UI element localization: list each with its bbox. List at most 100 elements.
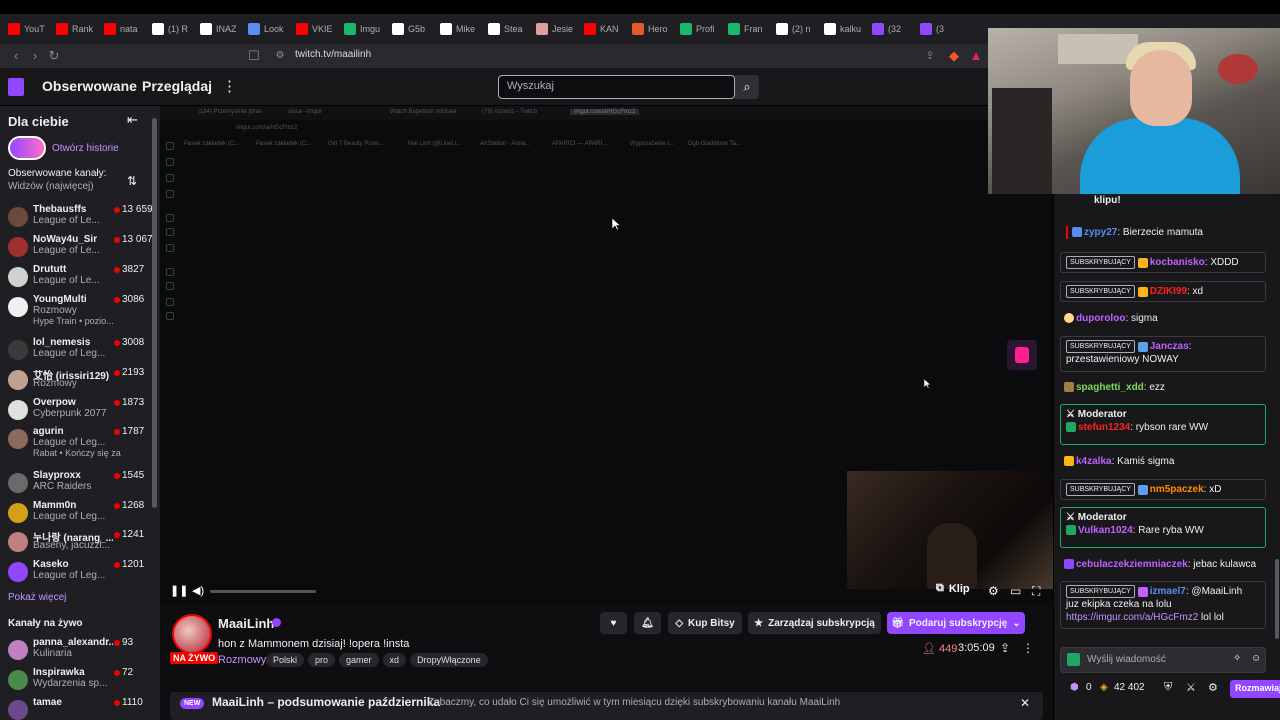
browser-tab[interactable]: kalku [824,18,868,40]
sidebar-channel[interactable]: agurin League of Leg... 1787 Rabat • Kończy… [8,426,153,458]
share-icon[interactable]: ⇪ [1000,641,1010,655]
stream-category[interactable]: Rozmowy [218,654,266,666]
live-channel[interactable]: tamae 1110 [8,697,153,720]
more-menu-icon[interactable]: ⋮ [222,77,237,95]
sidebar-channel[interactable]: 누나랑 (narang_... Baseny, jacuzzi... 1241 [8,529,153,557]
browser-tab[interactable]: VKIE [296,18,340,40]
recap-banner[interactable]: NEW MaaiLinh – podsumowanie października… [170,692,1043,720]
chat-username[interactable]: izmael7 [1150,586,1186,597]
back-icon[interactable]: ‹ [8,48,24,64]
channel-points-icon[interactable]: ⬢ [1070,682,1079,693]
chat-username[interactable]: cebulaczekziemniaczek [1076,559,1188,570]
chat-settings-icon[interactable]: ⚙ [1208,681,1218,694]
tag[interactable]: gamer [339,653,379,667]
pause-icon[interactable]: ❚❚ [170,584,188,597]
chat-scrollbar[interactable] [1275,559,1279,639]
browser-tab[interactable]: INAZ [200,18,244,40]
mod-tools-icon[interactable]: ⚔ [1186,681,1196,694]
video-player[interactable]: (184) Przemyśmie (brav sissa - imgur Wat… [160,106,1053,606]
settings-gear-icon[interactable]: ⚙ [988,584,999,598]
volume-icon[interactable]: ◀) [192,584,204,597]
tag[interactable]: DropyWłączone [410,653,488,667]
chat-username[interactable]: DZIKI99 [1150,286,1187,297]
sidebar-channel[interactable]: YoungMulti Rozmowy 3086 Hype Train • pozio.… [8,294,153,326]
sidebar-channel[interactable]: Overpow Cyberpunk 2077 1873 [8,397,153,425]
chat-send-button[interactable]: Rozmawiaj [1230,680,1280,698]
live-channel[interactable]: Inspirawka Wydarzenia sp... 72 [8,667,153,695]
rewards-icon[interactable]: ▲ [968,48,984,64]
sidebar-channel[interactable]: Drututt League of Le... 3827 [8,264,153,292]
nav-following[interactable]: Obserwowane [42,78,137,94]
chat-username[interactable]: kocbanisko [1150,257,1205,268]
browser-tab[interactable]: Mike [440,18,484,40]
forward-icon[interactable]: › [27,48,43,64]
nav-browse[interactable]: Przeglądaj [142,78,212,94]
sidebar-scrollbar[interactable] [152,118,157,508]
browser-tab[interactable]: (1) R [152,18,196,40]
chat-username[interactable]: spaghetti_xdd [1076,382,1144,393]
sidebar-channel[interactable]: 艾怡 (irissiri129) Rozmowy 2193 [8,367,153,395]
sidebar-channel[interactable]: NoWay4u_Sir League of Le... 13 067 [8,234,153,262]
close-icon[interactable]: ✕ [1020,696,1030,710]
browser-tab[interactable]: (32 [872,18,916,40]
share-icon[interactable]: ⇪ [922,48,938,64]
notifications-button[interactable]: 🔔︎ [634,612,661,634]
browser-tab[interactable]: Jesie [536,18,580,40]
volume-slider[interactable] [210,590,316,593]
reload-icon[interactable]: ↻ [46,48,62,64]
bookmark-icon[interactable]: ☐ [246,48,262,64]
chat-link[interactable]: https://imgur.com/a/HGcFmz2 [1066,612,1198,623]
shield-icon[interactable]: ⛨ [1164,681,1172,694]
sidebar-channel[interactable]: Mamm0n League of Leg... 1268 [8,500,153,528]
show-more-link[interactable]: Pokaż więcej [8,592,66,603]
streamer-name[interactable]: MaaiLinh [218,616,274,631]
chat-username[interactable]: Janczas [1150,341,1189,352]
browser-tab[interactable]: Fran [728,18,772,40]
manage-subscription-button[interactable]: ★ Zarządzaj subskrypcją [748,612,881,634]
chat-input[interactable]: Wyślij wiadomość ✧ ☺ [1060,647,1266,673]
chat-username[interactable]: zypy27 [1084,227,1117,238]
brave-shield-icon[interactable]: ◆ [946,48,962,64]
sidebar-channel[interactable]: lol_nemesis League of Leg... 3008 [8,337,153,365]
tag[interactable]: pro [308,653,336,667]
open-stories-button[interactable]: Otwórz historie [8,136,119,160]
theatre-mode-icon[interactable]: ▭ [1010,584,1021,598]
search-icon[interactable]: ⌕ [735,75,759,99]
browser-tab[interactable]: nata [104,18,148,40]
browser-tab[interactable]: Hero [632,18,676,40]
browser-tab[interactable]: (2) n [776,18,820,40]
gift-subscription-button[interactable]: 🎁︎ Podaruj subskrypcję ⌄ [887,612,1025,634]
browser-tab[interactable]: Imgu [344,18,388,40]
collapse-sidebar-icon[interactable]: ⇤ [127,112,138,128]
emote-picker-icon[interactable]: ☺ [1251,653,1261,664]
clip-button[interactable]: ⧉ Klip [936,582,970,595]
sidebar-channel[interactable]: Slayproxx ARC Raiders 1545 [8,470,153,498]
buy-bits-button[interactable]: ◇ Kup Bitsy [668,612,742,634]
chat-username[interactable]: k4zalka [1076,456,1112,467]
browser-tab[interactable]: Look [248,18,292,40]
chat-username[interactable]: Vulkan1024 [1078,525,1133,536]
chat-username[interactable]: stefun1234 [1078,422,1130,433]
url-field[interactable]: twitch.tv/maailinh [295,49,371,60]
chat-username[interactable]: duporoloo [1076,313,1125,324]
tag[interactable]: xd [382,653,407,667]
more-options-icon[interactable]: ⋮ [1022,641,1034,655]
streamer-avatar[interactable] [172,614,212,654]
browser-tab[interactable]: Rank [56,18,100,40]
browser-tab[interactable]: Stea [488,18,532,40]
browser-tab[interactable]: KAN [584,18,628,40]
sidebar-channel[interactable]: Thebausffs League of Le... 13 659 [8,204,153,232]
follow-heart-button[interactable]: ♥ [600,612,627,634]
sort-icon[interactable]: ⇅ [127,174,137,188]
twitch-logo-icon[interactable] [8,78,24,96]
browser-tab[interactable]: (3 [920,18,964,40]
fullscreen-icon[interactable]: ⛶ [1032,584,1040,599]
browser-tab[interactable]: G5b [392,18,436,40]
chat-username[interactable]: nm5paczek [1150,484,1204,495]
sidebar-channel[interactable]: Kaseko League of Leg... 1201 [8,559,153,587]
live-channel[interactable]: panna_alexandr... Kulinaria 93 [8,637,153,665]
browser-tab[interactable]: Profi [680,18,724,40]
search-input[interactable]: Wyszukaj [498,75,735,99]
site-info-icon[interactable]: ⚙ [272,48,288,64]
tag[interactable]: Polski [266,653,305,667]
